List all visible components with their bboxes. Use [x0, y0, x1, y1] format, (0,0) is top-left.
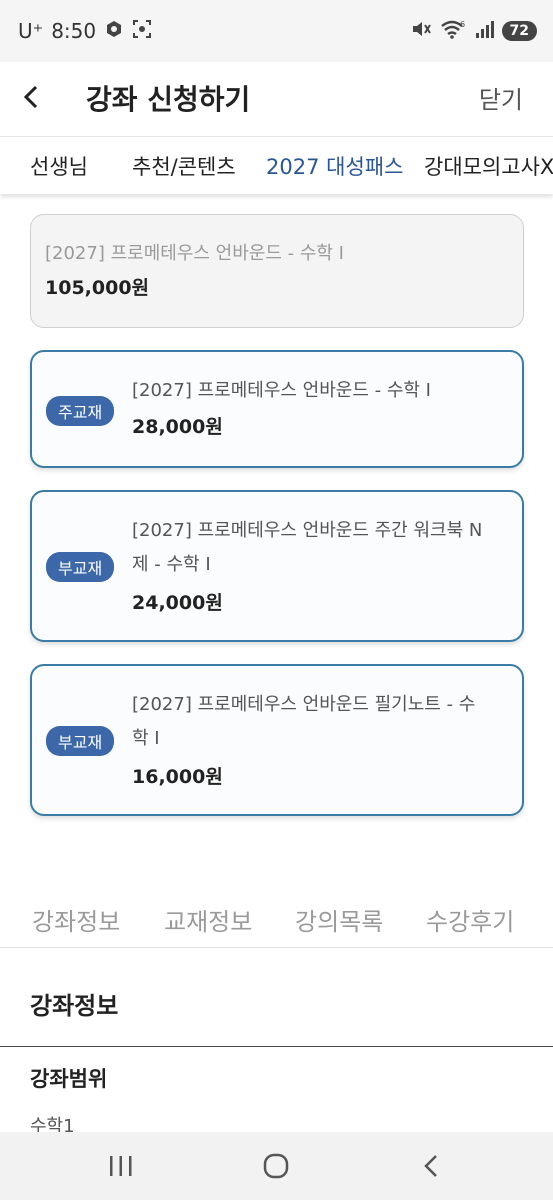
- section-divider: [0, 1046, 553, 1047]
- book-price: 16,000원: [132, 766, 223, 788]
- tab-daesung-pass[interactable]: 2027 대성패스: [266, 151, 403, 181]
- tab-recommended[interactable]: 추천/콘텐츠: [132, 151, 236, 181]
- book-card[interactable]: 부교재 [2027] 프로메테우스 언바운드 주간 워크북 N 제 - 수학 Ⅰ…: [30, 490, 524, 642]
- system-nav-bar: [0, 1132, 553, 1200]
- close-button[interactable]: 닫기: [479, 80, 523, 115]
- signal-icon: [474, 19, 494, 44]
- chevron-left-icon: [23, 85, 38, 109]
- back-button[interactable]: [18, 82, 44, 112]
- battery-indicator: 72: [501, 21, 537, 41]
- home-icon: [263, 1153, 289, 1179]
- lecture-title: [2027] 프로메테우스 언바운드 - 수학 Ⅰ: [45, 243, 344, 264]
- recent-apps-button[interactable]: [108, 1152, 134, 1184]
- status-left: U⁺ 8:50: [18, 19, 152, 44]
- info-tabs: 강좌정보 교재정보 강의목록 수강후기: [0, 890, 553, 948]
- tab-lecture-info[interactable]: 강좌정보: [32, 902, 120, 937]
- tab-lecture-list[interactable]: 강의목록: [295, 902, 383, 937]
- wifi-icon: 6: [440, 19, 466, 44]
- clock: 8:50: [51, 19, 97, 43]
- book-title-line-1: [2027] 프로메테우스 언바운드 주간 워크북 N: [132, 520, 483, 541]
- app-header: 강좌 신청하기 닫기: [0, 62, 553, 134]
- mute-icon: [410, 19, 432, 44]
- shield-icon: [104, 19, 124, 44]
- book-title: [2027] 프로메테우스 언바운드 - 수학 Ⅰ: [132, 380, 431, 401]
- svg-text:6: 6: [460, 20, 465, 29]
- lecture-card[interactable]: [2027] 프로메테우스 언바운드 - 수학 Ⅰ 105,000원: [30, 214, 524, 328]
- book-title-line-2: 학 Ⅰ: [132, 728, 160, 749]
- tab-book-info[interactable]: 교재정보: [164, 902, 252, 937]
- status-bar: U⁺ 8:50 6 72: [0, 0, 553, 62]
- home-button[interactable]: [262, 1152, 290, 1184]
- carrier-label: U⁺: [18, 19, 44, 43]
- page-title: 강좌 신청하기: [86, 83, 251, 116]
- system-back-button[interactable]: [420, 1152, 444, 1184]
- book-title-line-1: [2027] 프로메테우스 언바운드 필기노트 - 수: [132, 694, 476, 715]
- book-type-badge: 부교재: [46, 552, 115, 582]
- book-type-badge: 주교재: [46, 396, 115, 426]
- section-title: 강좌정보: [30, 992, 119, 1020]
- scope-heading: 강좌범위: [30, 1067, 108, 1091]
- category-tabs: 선생님 추천/콘텐츠 2027 대성패스 강대모의고사X: [0, 136, 553, 194]
- tab-mock-exam[interactable]: 강대모의고사X: [424, 151, 553, 181]
- book-card[interactable]: 주교재 [2027] 프로메테우스 언바운드 - 수학 Ⅰ 28,000원: [30, 350, 524, 468]
- screenshot-icon: [132, 19, 152, 44]
- book-type-badge: 부교재: [46, 726, 115, 756]
- recent-apps-icon: [110, 1156, 132, 1176]
- book-price: 24,000원: [132, 592, 223, 614]
- tab-teacher[interactable]: 선생님: [30, 151, 88, 181]
- back-icon: [424, 1155, 437, 1177]
- book-title-line-2: 제 - 수학 Ⅰ: [132, 554, 211, 575]
- tab-reviews[interactable]: 수강후기: [426, 902, 514, 937]
- lecture-price: 105,000원: [45, 277, 150, 299]
- book-price: 28,000원: [132, 416, 223, 438]
- book-card[interactable]: 부교재 [2027] 프로메테우스 언바운드 필기노트 - 수 학 Ⅰ 16,0…: [30, 664, 524, 816]
- status-right: 6 72: [410, 19, 537, 44]
